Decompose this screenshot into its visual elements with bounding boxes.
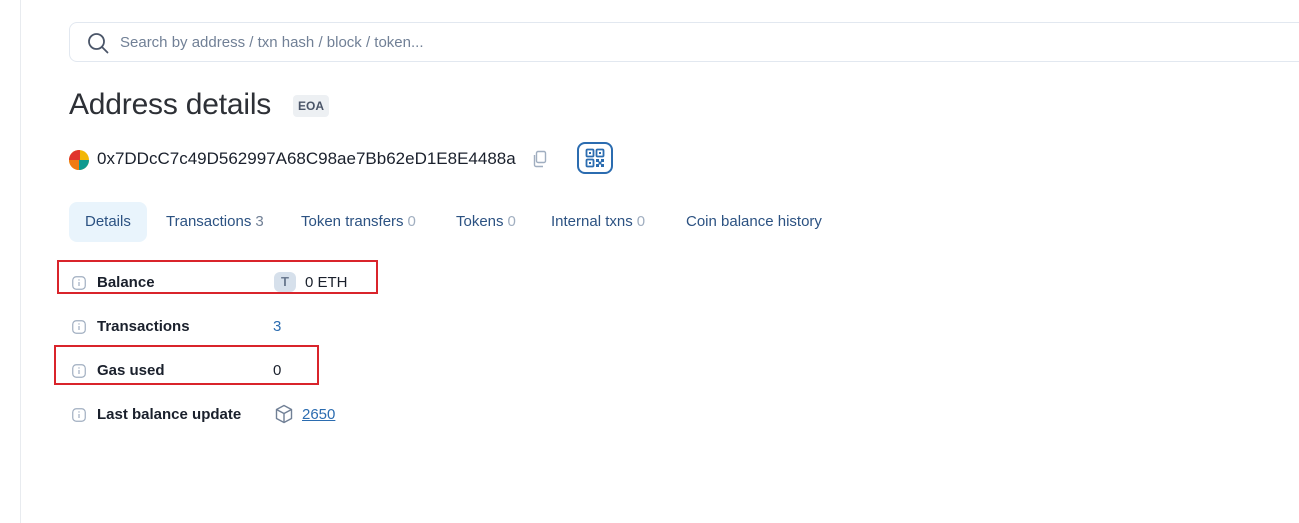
info-icon[interactable] <box>72 320 86 334</box>
qr-code-icon <box>585 148 605 168</box>
detail-label: Last balance update <box>97 406 242 423</box>
address-hash[interactable]: 0x7DDcC7c49D562997A68C98ae7Bb62eD1E8E448… <box>97 149 516 169</box>
address-type-badge: EOA <box>293 95 330 117</box>
tab-tokens[interactable]: Tokens 0 <box>440 202 532 242</box>
copy-icon[interactable] <box>532 150 548 168</box>
tab-coin-balance-history[interactable]: Coin balance history <box>670 202 838 242</box>
tab-label: Tokens <box>456 213 504 230</box>
search-bar[interactable] <box>69 22 1299 62</box>
info-icon[interactable] <box>72 408 86 422</box>
tab-transactions[interactable]: Transactions 3 <box>150 202 280 242</box>
search-icon <box>88 33 109 54</box>
detail-label: Transactions <box>97 318 190 335</box>
block-cube-icon <box>275 404 293 424</box>
tab-count: 3 <box>255 213 264 230</box>
address-avatar-icon <box>69 150 89 170</box>
tab-count: 0 <box>507 213 516 230</box>
search-input[interactable] <box>120 29 720 55</box>
tab-details[interactable]: Details <box>69 202 147 242</box>
tab-label: Coin balance history <box>686 213 822 230</box>
tab-label: Internal txns <box>551 213 633 230</box>
tab-label: Details <box>85 213 131 230</box>
qr-code-button[interactable] <box>577 142 613 174</box>
tab-label: Token transfers <box>301 213 404 230</box>
left-divider <box>20 0 21 523</box>
tab-token-transfers[interactable]: Token transfers 0 <box>285 202 432 242</box>
highlight-box-gas-used <box>54 345 319 385</box>
block-number-link[interactable]: 2650 <box>302 406 335 423</box>
tab-label: Transactions <box>166 213 252 230</box>
tab-count: 0 <box>407 213 416 230</box>
highlight-box-balance <box>57 260 378 294</box>
tab-internal-txns[interactable]: Internal txns 0 <box>535 202 661 242</box>
page-title: Address details <box>69 88 272 121</box>
transactions-count-link[interactable]: 3 <box>273 318 281 335</box>
tab-count: 0 <box>636 213 646 230</box>
